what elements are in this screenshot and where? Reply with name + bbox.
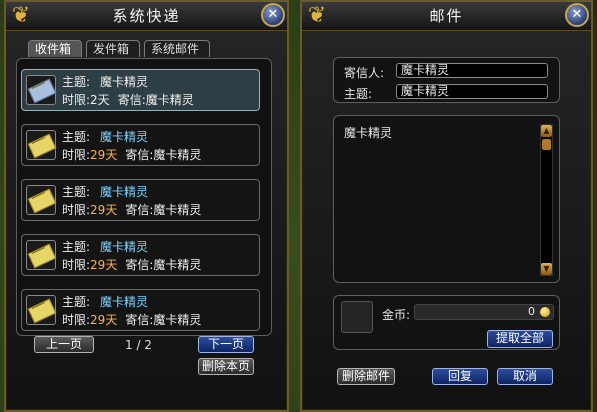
mail-subject: 魔卡精灵 xyxy=(100,295,149,309)
mail-subject: 魔卡精灵 xyxy=(100,240,149,254)
mail-subject: 魔卡精灵 xyxy=(100,185,149,199)
mail-detail-title: 邮件 xyxy=(302,2,591,31)
mail-sender: 魔卡精灵 xyxy=(153,258,202,272)
delete-mail-button[interactable]: 删除邮件 xyxy=(337,368,395,385)
time-limit-label: 时限: xyxy=(62,258,91,272)
time-limit-value: 29天 xyxy=(90,148,118,162)
mail-body-text: 魔卡精灵 xyxy=(344,126,393,140)
mail-list-item[interactable]: 主题: 魔卡精灵 时限:2天 寄信:魔卡精灵 xyxy=(21,69,260,111)
sender-field: 魔卡精灵 xyxy=(396,63,548,78)
delete-page-button[interactable]: 删除本页 xyxy=(198,358,254,375)
time-limit-label: 时限: xyxy=(62,93,91,107)
mail-list-window: 系统快递 ❦ ✕ 收件箱 发件箱 系统邮件 主题: 魔卡精灵 时限:2天 寄信:魔卡… xyxy=(4,0,289,412)
mail-header-box: 寄信人: 魔卡精灵 主题: 魔卡精灵 xyxy=(333,57,560,103)
mail-icon-slot xyxy=(26,75,57,105)
tab-outbox[interactable]: 发件箱 xyxy=(86,40,140,57)
envelope-icon xyxy=(27,133,57,159)
gold-amount: 0 xyxy=(414,304,554,320)
subject-label: 主题: xyxy=(62,130,91,144)
subject-field: 魔卡精灵 xyxy=(396,84,548,99)
mail-body: 魔卡精灵 ▲ ▼ xyxy=(333,115,560,283)
time-limit-label: 时限: xyxy=(62,148,91,162)
mail-sender: 魔卡精灵 xyxy=(153,313,202,327)
mail-subject: 魔卡精灵 xyxy=(100,75,149,89)
prev-page-button[interactable]: 上一页 xyxy=(34,336,94,353)
close-icon[interactable]: ✕ xyxy=(261,3,285,27)
body-scrollbar[interactable]: ▲ ▼ xyxy=(540,124,553,276)
attachment-slot[interactable] xyxy=(341,301,373,333)
subject-label: 主题: xyxy=(62,185,91,199)
mail-list: 主题: 魔卡精灵 时限:2天 寄信:魔卡精灵 主题: 魔卡精灵 时限:29天 寄信:魔卡… xyxy=(16,58,272,336)
time-limit-value: 29天 xyxy=(90,258,118,272)
mail-list-item[interactable]: 主题: 魔卡精灵 时限:29天 寄信:魔卡精灵 xyxy=(21,179,260,221)
gold-value: 0 xyxy=(528,305,535,318)
scroll-thumb[interactable] xyxy=(542,139,551,150)
subject-label: 主题: xyxy=(62,295,91,309)
mail-list-item[interactable]: 主题: 魔卡精灵 时限:29天 寄信:魔卡精灵 xyxy=(21,234,260,276)
time-limit-value: 29天 xyxy=(90,203,118,217)
page-indicator: 1 / 2 xyxy=(125,338,152,352)
envelope-icon xyxy=(27,298,57,324)
close-icon[interactable]: ✕ xyxy=(565,3,589,27)
time-limit-value: 29天 xyxy=(90,313,118,327)
mail-sender: 魔卡精灵 xyxy=(153,148,202,162)
sender-label: 寄信: xyxy=(117,93,146,107)
open-envelope-icon xyxy=(27,78,57,104)
cancel-button[interactable]: 取消 xyxy=(497,368,553,385)
scroll-up-icon[interactable]: ▲ xyxy=(541,125,552,137)
mail-icon-slot xyxy=(26,295,57,325)
mail-sender: 魔卡精灵 xyxy=(153,203,202,217)
mail-icon-slot xyxy=(26,185,57,215)
scroll-down-icon[interactable]: ▼ xyxy=(541,263,552,275)
wing-ornament-icon: ❦ xyxy=(11,3,31,28)
sender-label: 寄信: xyxy=(125,313,154,327)
sender-label: 寄信: xyxy=(125,203,154,217)
sender-label: 寄信: xyxy=(125,148,154,162)
wing-ornament-icon: ❦ xyxy=(307,3,327,28)
mail-subject: 魔卡精灵 xyxy=(100,130,149,144)
take-all-button[interactable]: 提取全部 xyxy=(487,330,553,348)
mail-detail-window: 邮件 ❦ ✕ 寄信人: 魔卡精灵 主题: 魔卡精灵 魔卡精灵 ▲ ▼ 金币: 0… xyxy=(300,0,593,412)
attachment-box: 金币: 0 提取全部 xyxy=(333,295,560,350)
tab-system-mail[interactable]: 系统邮件 xyxy=(144,40,210,57)
envelope-icon xyxy=(27,243,57,269)
mail-sender: 魔卡精灵 xyxy=(145,93,194,107)
mail-list-title: 系统快递 xyxy=(6,2,287,31)
sender-label: 寄信人: xyxy=(344,66,385,80)
time-limit-value: 2天 xyxy=(90,93,110,107)
subject-label: 主题: xyxy=(62,75,91,89)
subject-label: 主题: xyxy=(62,240,91,254)
mail-list-item[interactable]: 主题: 魔卡精灵 时限:29天 寄信:魔卡精灵 xyxy=(21,289,260,331)
reply-button[interactable]: 回复 xyxy=(432,368,488,385)
sender-label: 寄信: xyxy=(125,258,154,272)
subject-label: 主题: xyxy=(344,87,373,101)
time-limit-label: 时限: xyxy=(62,313,91,327)
mail-list-item[interactable]: 主题: 魔卡精灵 时限:29天 寄信:魔卡精灵 xyxy=(21,124,260,166)
mail-icon-slot xyxy=(26,130,57,160)
gold-label: 金币: xyxy=(382,308,411,322)
next-page-button[interactable]: 下一页 xyxy=(198,336,254,353)
tab-inbox[interactable]: 收件箱 xyxy=(28,40,82,57)
gold-coin-icon xyxy=(540,307,550,317)
time-limit-label: 时限: xyxy=(62,203,91,217)
envelope-icon xyxy=(27,188,57,214)
mail-icon-slot xyxy=(26,240,57,270)
